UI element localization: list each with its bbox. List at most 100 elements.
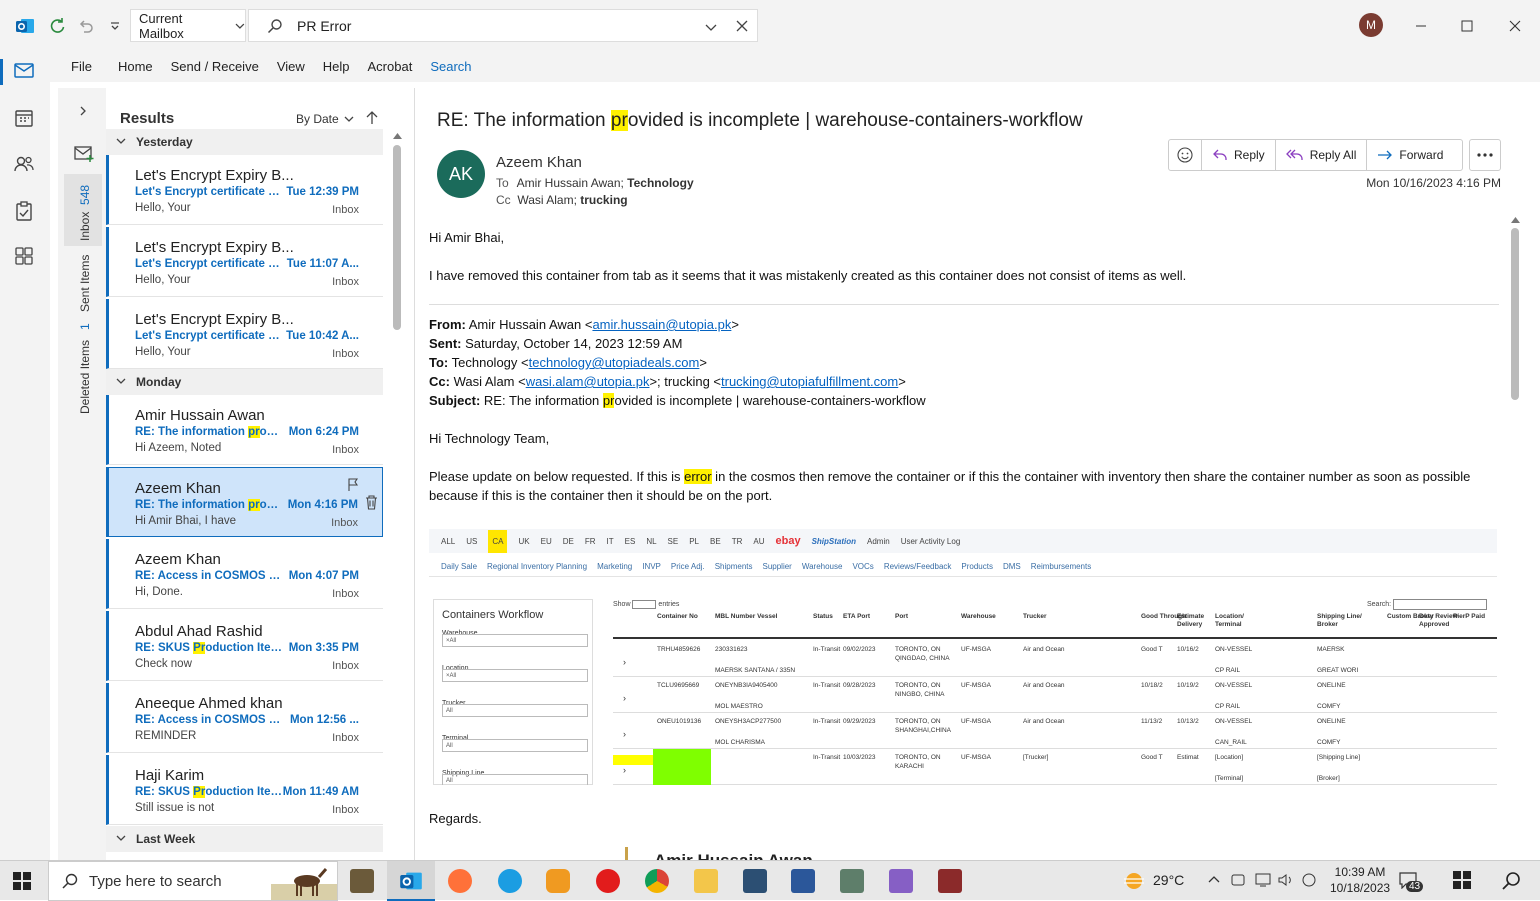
embedded-cell: 11/13/2 — [1141, 718, 1163, 725]
minimize-icon[interactable] — [1408, 13, 1434, 39]
tab-send-receive[interactable]: Send / Receive — [162, 59, 268, 74]
cc-recipient[interactable]: Wasi Alam; — [517, 193, 577, 207]
weather-temp[interactable]: 29°C — [1153, 872, 1184, 888]
email-link[interactable]: amir.hussain@utopia.pk — [592, 317, 731, 332]
close-window-icon[interactable] — [1502, 13, 1528, 39]
to-label: To — [496, 176, 509, 190]
entries-select[interactable] — [632, 599, 657, 609]
sort-direction-icon[interactable] — [366, 111, 378, 125]
delete-icon[interactable] — [365, 495, 378, 510]
language-icon[interactable] — [1301, 872, 1317, 888]
search-scope-dropdown[interactable]: Current Mailbox — [130, 9, 246, 42]
show-hidden-icons-icon[interactable] — [1207, 873, 1221, 887]
tab-search[interactable]: Search — [421, 59, 480, 74]
row-highlight — [653, 749, 711, 785]
bracket: > — [898, 374, 906, 389]
weather-icon[interactable] — [1122, 871, 1146, 891]
taskbar-app-skype-icon[interactable] — [546, 869, 570, 893]
email-link[interactable]: trucking@utopiafulfillment.com — [721, 374, 898, 389]
taskbar-app-utopia-icon[interactable] — [350, 869, 374, 893]
tab-acrobat[interactable]: Acrobat — [359, 59, 422, 74]
notifications-icon[interactable]: 43 — [1398, 871, 1424, 892]
message-item-selected[interactable]: Azeem Khan RE: The information provid...… — [106, 467, 383, 537]
group-header-last-week[interactable]: Last Week — [106, 826, 383, 852]
email-link[interactable]: wasi.alam@utopia.pk — [526, 374, 650, 389]
taskbar-app-outlook-active[interactable] — [387, 861, 435, 901]
network-icon[interactable] — [1254, 872, 1272, 888]
message-item[interactable]: Let's Encrypt Expiry B... Let's Encrypt … — [106, 155, 383, 225]
account-avatar[interactable]: M — [1359, 13, 1383, 37]
tab-file[interactable]: File — [62, 59, 101, 74]
tab-help[interactable]: Help — [314, 59, 359, 74]
mail-icon[interactable] — [0, 59, 37, 85]
search-icon[interactable] — [1500, 870, 1522, 892]
taskbar-search[interactable]: Type here to search — [48, 861, 338, 901]
tab-view[interactable]: View — [268, 59, 314, 74]
taskbar-app-dbeaver-icon[interactable] — [743, 869, 767, 893]
taskbar-app-visual-studio-icon[interactable] — [889, 869, 913, 893]
search-box[interactable]: PR Error — [248, 9, 758, 42]
reply-button[interactable]: Reply — [1202, 140, 1276, 170]
sync-icon[interactable] — [44, 13, 70, 39]
clock[interactable]: 10:39 AM 10/18/2023 — [1330, 864, 1390, 896]
search-input[interactable]: PR Error — [297, 18, 351, 34]
taskbar-app-file-explorer-icon[interactable] — [694, 869, 718, 893]
email-link[interactable]: technology@utopiadeals.com — [529, 355, 700, 370]
volume-icon[interactable] — [1277, 872, 1295, 888]
windows-start-icon[interactable] — [12, 871, 32, 891]
undo-icon[interactable] — [73, 13, 99, 39]
group-header-monday[interactable]: Monday — [106, 369, 383, 395]
message-item[interactable]: Azeem Khan RE: Access in COSMOS for ... … — [106, 539, 383, 609]
forward-button[interactable]: Forward — [1367, 140, 1453, 170]
message-item[interactable]: Amir Hussain Awan RE: The information pr… — [106, 395, 383, 465]
taskbar-app-chrome-icon[interactable] — [645, 869, 669, 893]
flag-icon[interactable] — [347, 478, 359, 492]
search-options-chevron-icon[interactable] — [705, 21, 717, 33]
scroll-up-icon[interactable] — [393, 132, 402, 139]
table-search-input[interactable] — [1393, 598, 1488, 610]
taskbar-app-winrar-icon[interactable] — [938, 869, 962, 893]
meet-now-icon[interactable] — [1230, 872, 1246, 888]
sender-avatar[interactable]: AK — [437, 150, 485, 198]
expand-folder-pane-icon[interactable] — [78, 106, 88, 116]
tab-home[interactable]: Home — [109, 59, 162, 74]
people-icon[interactable] — [13, 153, 37, 177]
message-item[interactable]: Abdul Ahad Rashid RE: SKUS Production It… — [106, 611, 383, 681]
react-button[interactable] — [1169, 140, 1202, 170]
folder-deleted-items[interactable]: Deleted Items 1 — [78, 323, 92, 414]
taskbar-app-firefox-icon[interactable] — [448, 869, 472, 893]
reading-scrollbar[interactable] — [1511, 228, 1519, 400]
to-recipient-group[interactable]: Technology — [627, 176, 693, 190]
tasks-icon[interactable] — [13, 200, 37, 224]
embedded-table-row: › TRHU4859626 230331623 In-Transit 09/02/202… — [613, 641, 1497, 677]
to-recipient[interactable]: Amir Hussain Awan; — [517, 176, 624, 190]
taskbar-app-notepad-icon[interactable] — [840, 869, 864, 893]
folder-sent-items[interactable]: Sent Items — [78, 255, 92, 312]
maximize-icon[interactable] — [1454, 13, 1480, 39]
taskbar-app-word-icon[interactable] — [791, 869, 815, 893]
apps-icon[interactable] — [13, 245, 37, 269]
message-item[interactable]: Let's Encrypt Expiry B... Let's Encrypt … — [106, 227, 383, 297]
calendar-icon[interactable] — [13, 107, 37, 131]
taskbar-app-opera-icon[interactable] — [596, 869, 620, 893]
group-header-yesterday[interactable]: Yesterday — [106, 129, 383, 155]
message-item[interactable]: Let's Encrypt Expiry B... Let's Encrypt … — [106, 299, 383, 369]
message-actions: Reply Reply All Forward — [1168, 139, 1463, 171]
reply-all-button[interactable]: Reply All — [1276, 140, 1368, 170]
new-mail-icon[interactable] — [73, 144, 95, 164]
windows-logo-icon[interactable] — [1452, 870, 1472, 890]
list-scrollbar[interactable] — [393, 145, 401, 330]
bracket: > — [699, 355, 707, 370]
message-item[interactable]: Haji Karim RE: SKUS Production Items Mon… — [106, 755, 383, 825]
message-item[interactable]: Aneeque Ahmed khan RE: Access in COSMOS … — [106, 683, 383, 753]
sender-name[interactable]: Azeem Khan — [496, 154, 582, 171]
taskbar-app-edge-icon[interactable] — [498, 869, 522, 893]
clear-search-icon[interactable] — [736, 20, 748, 32]
more-actions-button[interactable] — [1469, 139, 1501, 171]
embedded-cell: 09/29/2023 — [843, 718, 876, 725]
cc-recipient-group[interactable]: trucking — [580, 193, 627, 207]
quick-access-dropdown-icon[interactable] — [102, 13, 128, 39]
scroll-up-icon[interactable] — [1511, 216, 1520, 223]
embedded-cell: [Broker] — [1317, 775, 1340, 782]
sort-by-dropdown[interactable]: By Date — [296, 112, 354, 126]
